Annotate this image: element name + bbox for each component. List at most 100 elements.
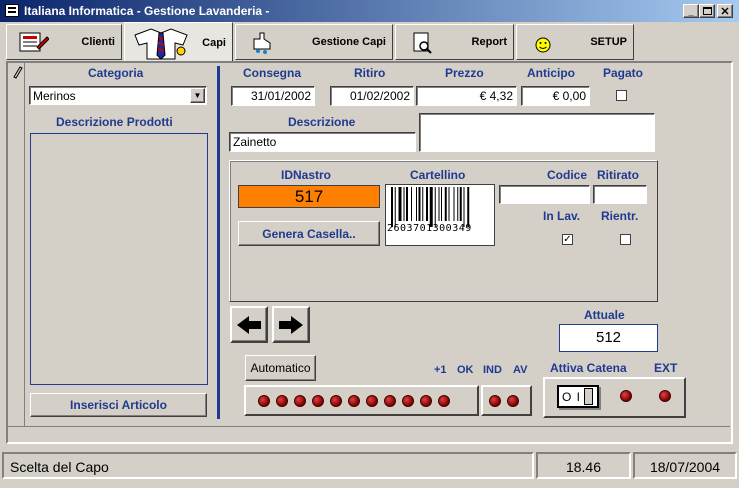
inserisci-articolo-button[interactable]: Inserisci Articolo bbox=[30, 393, 207, 417]
clienti-icon bbox=[13, 27, 53, 57]
next-button[interactable] bbox=[272, 306, 310, 343]
barcode-bar bbox=[416, 187, 417, 221]
led-10 bbox=[420, 394, 432, 407]
pagato-checkbox[interactable] bbox=[616, 90, 627, 101]
led-11 bbox=[438, 394, 450, 407]
consegna-value: 31/01/2002 bbox=[250, 89, 311, 103]
rientr-checkbox[interactable] bbox=[620, 234, 631, 245]
plus1-label: +1 bbox=[434, 364, 447, 376]
arrow-right-icon bbox=[279, 315, 303, 334]
anticipo-label: Anticipo bbox=[527, 66, 575, 80]
close-icon[interactable]: ✕ bbox=[717, 4, 733, 18]
barcode-bar bbox=[411, 187, 412, 221]
tab-setup-label: SETUP bbox=[590, 36, 627, 48]
led-2 bbox=[276, 394, 288, 407]
idnastro-label: IDNastro bbox=[281, 168, 332, 182]
window-app-icon[interactable] bbox=[5, 4, 19, 17]
barcode-bar bbox=[441, 187, 442, 221]
attuale-field[interactable]: 512 bbox=[559, 324, 658, 352]
inserisci-articolo-label: Inserisci Articolo bbox=[70, 398, 167, 412]
descrizione-prodotti-label: Descrizione Prodotti bbox=[56, 115, 173, 129]
descrizione-extra-field[interactable] bbox=[419, 113, 655, 152]
descrizione-label: Descrizione bbox=[288, 115, 356, 129]
codice-field[interactable] bbox=[499, 185, 590, 204]
led-7 bbox=[366, 394, 378, 407]
status-message-text: Scelta del Capo bbox=[10, 459, 109, 475]
barcode-bar bbox=[457, 187, 459, 221]
barcode-bar bbox=[438, 187, 440, 221]
barcode-bar bbox=[429, 187, 433, 227]
ext-label: EXT bbox=[654, 361, 678, 375]
tab-report[interactable]: Report bbox=[395, 24, 514, 60]
genera-casella-button[interactable]: Genera Casella.. bbox=[238, 221, 380, 246]
ritirato-field[interactable] bbox=[593, 185, 647, 204]
barcode-bar bbox=[434, 187, 436, 227]
prezzo-field[interactable]: € 4,32 bbox=[416, 86, 517, 106]
barcode-bar bbox=[426, 187, 428, 221]
idnastro-field[interactable]: 517 bbox=[238, 185, 380, 208]
codice-label: Codice bbox=[547, 168, 588, 182]
categoria-select[interactable]: Merinos ▼ bbox=[29, 86, 207, 105]
record-selector[interactable] bbox=[8, 63, 25, 426]
led-8 bbox=[384, 394, 396, 407]
previous-button[interactable] bbox=[230, 306, 268, 343]
led-5 bbox=[330, 394, 342, 407]
tab-report-label: Report bbox=[471, 36, 507, 48]
window-title: Italiana Informatica - Gestione Lavander… bbox=[24, 4, 270, 18]
barcode-bar bbox=[403, 187, 405, 221]
anticipo-value: € 0,00 bbox=[552, 89, 586, 103]
tab-gestione-capi[interactable]: Gestione Capi bbox=[235, 24, 393, 60]
tab-setup[interactable]: SETUP bbox=[516, 24, 634, 60]
anticipo-field[interactable]: € 0,00 bbox=[521, 86, 590, 106]
barcode-bar bbox=[422, 187, 424, 221]
title-bar[interactable]: Italiana Informatica - Gestione Lavander… bbox=[0, 0, 739, 22]
tab-clienti[interactable]: Clienti bbox=[6, 24, 122, 60]
tab-capi[interactable]: Capi bbox=[124, 22, 233, 62]
barcode-bar bbox=[463, 187, 465, 227]
led-4 bbox=[312, 394, 324, 407]
automatico-label: Automatico bbox=[250, 361, 311, 375]
tab-clienti-label: Clienti bbox=[81, 36, 115, 48]
tab-capi-label: Capi bbox=[202, 36, 226, 49]
panel-separator bbox=[217, 66, 220, 419]
maximize-icon[interactable] bbox=[699, 4, 715, 18]
barcode-bar bbox=[453, 187, 455, 221]
attiva-catena-label: Attiva Catena bbox=[550, 361, 627, 375]
tab-gestione-capi-label: Gestione Capi bbox=[312, 36, 386, 48]
arrow-left-icon bbox=[237, 315, 261, 334]
barcode-number: 2603701300349 bbox=[387, 223, 472, 234]
status-time: 18.46 bbox=[536, 452, 631, 479]
record-divider bbox=[8, 426, 730, 427]
descrizione-field[interactable]: Zainetto bbox=[229, 132, 416, 152]
chevron-down-icon[interactable]: ▼ bbox=[190, 88, 205, 103]
prezzo-label: Prezzo bbox=[445, 66, 484, 80]
categoria-value: Merinos bbox=[33, 89, 76, 103]
led-6 bbox=[348, 394, 360, 407]
barcode-image: 2603701300349 bbox=[385, 184, 495, 246]
consegna-field[interactable]: 31/01/2002 bbox=[231, 86, 315, 106]
led-ind bbox=[489, 394, 501, 407]
idnastro-value: 517 bbox=[294, 187, 324, 206]
automatico-button[interactable]: Automatico bbox=[245, 355, 316, 381]
ok-label: OK bbox=[457, 364, 474, 376]
barcode-bar bbox=[448, 187, 450, 221]
ritiro-value: 01/02/2002 bbox=[349, 89, 410, 103]
rientr-label: Rientr. bbox=[601, 209, 639, 223]
setup-icon bbox=[523, 27, 563, 57]
led-catena bbox=[620, 390, 632, 402]
genera-casella-label: Genera Casella.. bbox=[262, 226, 356, 241]
ritirato-label: Ritirato bbox=[597, 168, 639, 182]
categoria-label: Categoria bbox=[88, 66, 144, 80]
pagato-label: Pagato bbox=[603, 66, 644, 80]
switch-icon[interactable]: O I bbox=[557, 385, 599, 408]
barcode-bar bbox=[398, 187, 402, 221]
ritiro-field[interactable]: 01/02/2002 bbox=[330, 86, 414, 106]
inlav-checkbox[interactable]: ✓ bbox=[562, 234, 573, 245]
status-date: 18/07/2004 bbox=[633, 452, 737, 479]
attuale-label: Attuale bbox=[584, 308, 625, 322]
led-panel-ind-av bbox=[481, 385, 532, 416]
minimize-icon[interactable]: _ bbox=[683, 4, 699, 18]
descrizione-prodotti-list[interactable] bbox=[30, 133, 208, 385]
barcode-bar bbox=[418, 187, 421, 221]
led-9 bbox=[402, 394, 414, 407]
